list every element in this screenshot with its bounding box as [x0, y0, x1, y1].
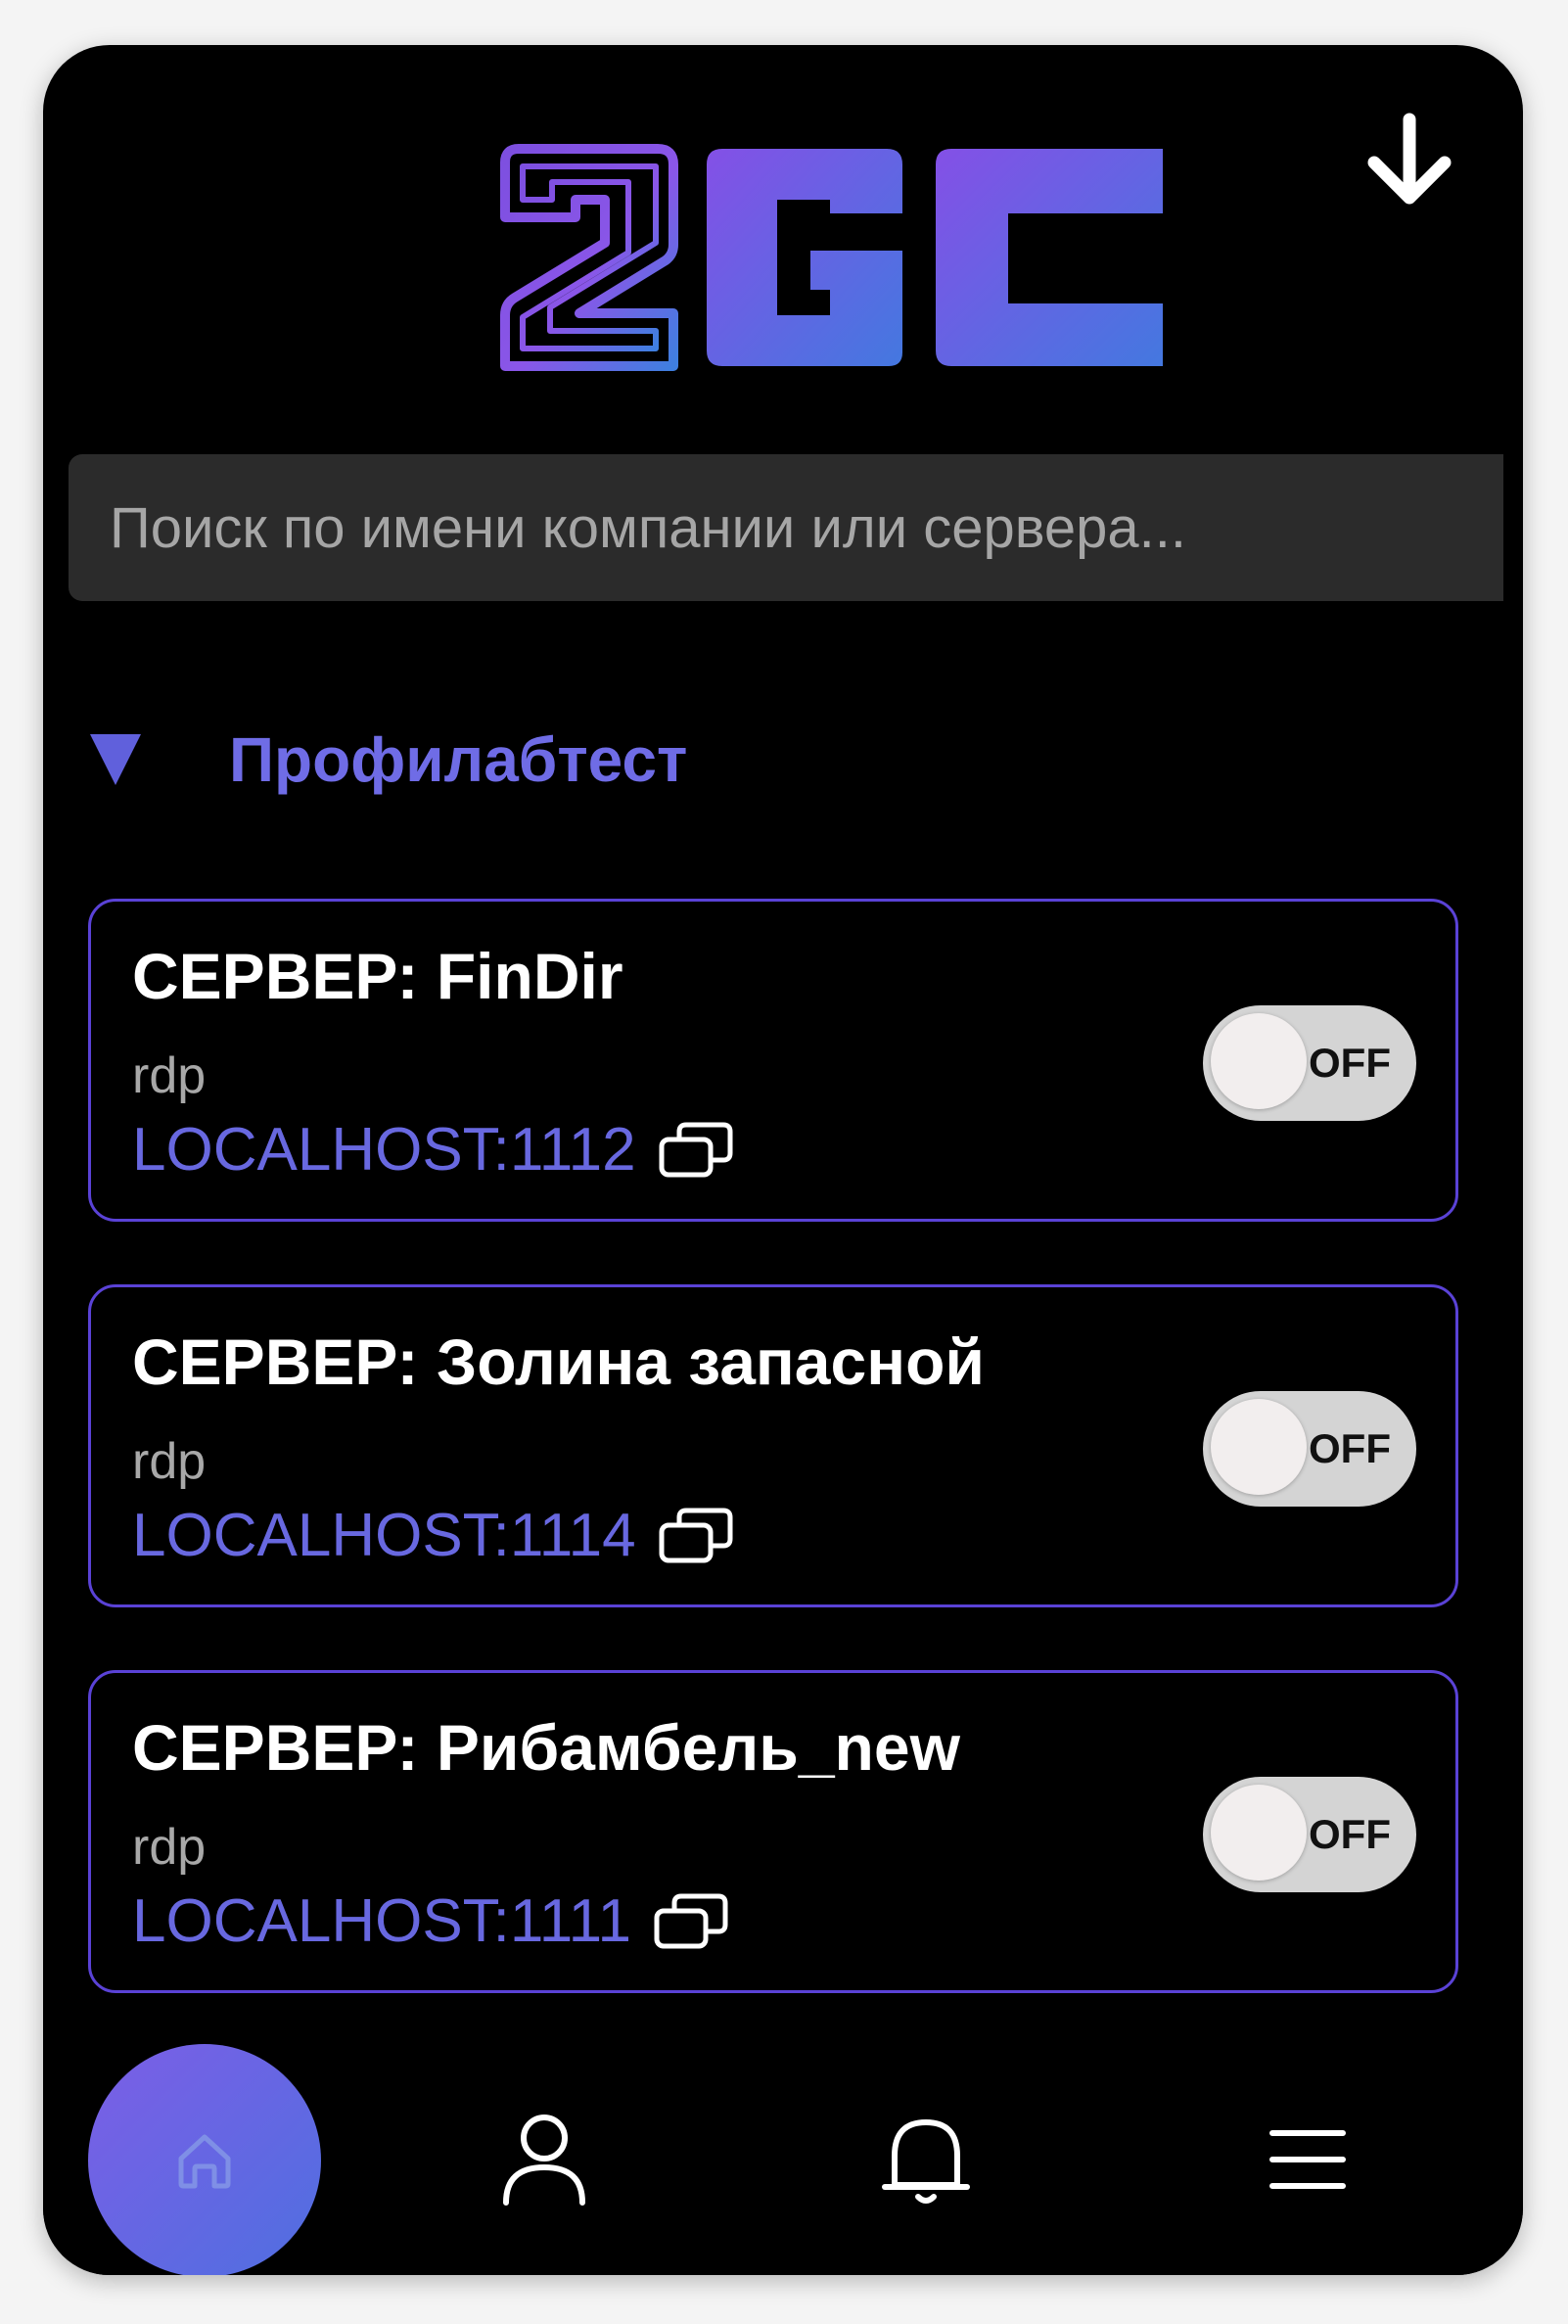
copy-icon[interactable]	[658, 1120, 734, 1181]
server-card: СЕРВЕР: Рибамбель_new rdp LOCALHOST:1111…	[88, 1670, 1458, 1993]
arrow-down-icon	[1367, 113, 1452, 205]
bell-icon	[882, 2119, 970, 2204]
server-title: СЕРВЕР: FinDir	[132, 940, 623, 1012]
app-window: Профилабтест СЕРВЕР: FinDir rdp LOCALHOS…	[43, 45, 1523, 2275]
server-title: СЕРВЕР: Золина запасной	[132, 1325, 985, 1398]
copy-icon[interactable]	[653, 1891, 729, 1952]
caret-down-icon	[90, 734, 141, 785]
server-title: СЕРВЕР: Рибамбель_new	[132, 1711, 960, 1784]
server-protocol: rdp	[132, 1047, 207, 1104]
search-bar	[69, 454, 1503, 601]
server-host: LOCALHOST:1114	[132, 1502, 636, 1569]
server-protocol: rdp	[132, 1819, 207, 1876]
server-toggle[interactable]: OFF	[1203, 1777, 1416, 1892]
nav-home-button[interactable]	[88, 2044, 321, 2275]
toggle-state: OFF	[1309, 1040, 1391, 1086]
logo-2gc	[500, 144, 1163, 371]
server-host-copy[interactable]: LOCALHOST:1114	[132, 1501, 734, 1570]
nav-notifications-button[interactable]	[867, 2101, 985, 2218]
toggle-knob	[1211, 1013, 1307, 1109]
toggle-state: OFF	[1309, 1425, 1391, 1471]
toggle-knob	[1211, 1785, 1307, 1881]
toggle-state: OFF	[1309, 1811, 1391, 1857]
copy-icon[interactable]	[658, 1506, 734, 1566]
download-button[interactable]	[1355, 106, 1464, 215]
server-host-copy[interactable]: LOCALHOST:1112	[132, 1115, 734, 1185]
server-host: LOCALHOST:1112	[132, 1116, 636, 1184]
server-host-copy[interactable]: LOCALHOST:1111	[132, 1886, 729, 1956]
server-card: СЕРВЕР: FinDir rdp LOCALHOST:1112 OFF	[88, 899, 1458, 1222]
server-protocol: rdp	[132, 1433, 207, 1490]
server-host: LOCALHOST:1111	[132, 1887, 632, 1955]
bottom-nav	[43, 2044, 1523, 2275]
home-icon	[178, 2134, 231, 2189]
server-toggle[interactable]: OFF	[1203, 1005, 1416, 1121]
user-icon	[503, 2115, 585, 2206]
server-card: СЕРВЕР: Золина запасной rdp LOCALHOST:11…	[88, 1284, 1458, 1607]
nav-profile-button[interactable]	[485, 2101, 603, 2218]
group-title: Профилабтест	[229, 724, 688, 795]
server-list: СЕРВЕР: FinDir rdp LOCALHOST:1112 OFF СЕ…	[43, 899, 1523, 2044]
search-input[interactable]	[108, 493, 1464, 562]
server-toggle[interactable]: OFF	[1203, 1391, 1416, 1507]
group-header-profilabtest[interactable]: Профилабтест	[88, 711, 687, 809]
nav-menu-button[interactable]	[1249, 2101, 1366, 2218]
toggle-knob	[1211, 1399, 1307, 1495]
menu-icon	[1269, 2130, 1346, 2189]
